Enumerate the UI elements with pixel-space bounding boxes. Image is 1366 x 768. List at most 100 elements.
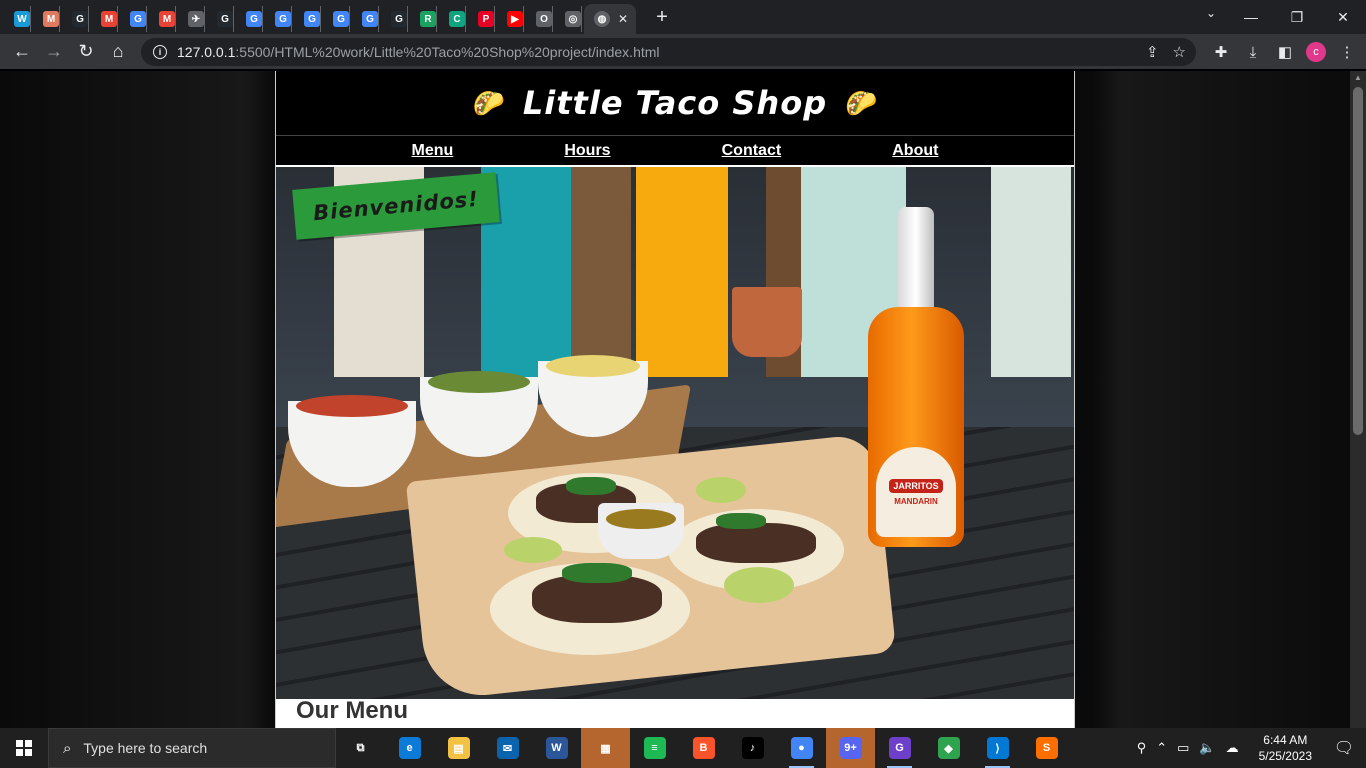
onedrive-cloud-icon[interactable]: ☁ [1226,740,1239,756]
browser-tab[interactable]: Ggit [236,6,263,32]
browser-tab[interactable]: ONe [526,6,553,32]
lime-wedge [504,537,562,563]
volume-icon[interactable]: 🔈 [1199,740,1215,756]
taskbar-app-spotify[interactable]: ≡ [630,728,679,768]
side-panel-icon[interactable]: ◧ [1274,36,1296,68]
taskbar-app-task-view[interactable]: ⧉ [336,728,385,768]
close-tab-icon[interactable]: ✕ [618,12,628,26]
taskbar-app-brave[interactable]: B [679,728,728,768]
close-window-icon[interactable]: ✕ [1320,9,1366,26]
welcome-banner-text: Bienvenidos! [312,186,480,226]
soda-bottle: JARRITOS MANDARIN [868,207,964,547]
spotify-icon: ≡ [643,737,666,759]
tab-favicon-icon: M [43,11,59,27]
browser-tab[interactable]: ▶Yo [497,6,524,32]
site-header: 🌮 Little Taco Shop 🌮 [276,71,1074,135]
bottle-label: JARRITOS MANDARIN [876,447,956,537]
taskbar-app-git-kraken[interactable]: ◆ [924,728,973,768]
browser-tab[interactable]: M [149,6,176,32]
site-info-icon[interactable]: i [153,45,167,59]
taskbar-app-discord[interactable]: 9+ [826,728,875,768]
taskbar-search-placeholder: Type here to search [83,740,208,756]
browser-tab[interactable]: WWe [4,6,31,32]
tab-favicon-icon: ◎ [565,11,581,27]
taskbar-app-vscode[interactable]: ⟩ [973,728,1022,768]
browser-tab[interactable]: RGT [410,6,437,32]
taskbar-app-mail[interactable]: ✉ [483,728,532,768]
tab-favicon-icon: M [101,11,117,27]
taco-shop-page: 🌮 Little Taco Shop 🌮 Menu Hours Contact … [275,71,1075,728]
clock-time: 6:44 AM [1263,733,1308,747]
people-icon[interactable]: ⚲ [1137,740,1147,756]
sublime-icon: S [1035,737,1058,759]
taskbar-search[interactable]: ⌕ Type here to search [48,728,336,768]
taskbar-clock[interactable]: 6:44 AM 5/25/2023 [1259,732,1312,764]
browser-tab[interactable]: GSe [352,6,379,32]
kebab-menu-icon[interactable]: ⋮ [1336,36,1358,68]
home-icon[interactable]: ⌂ [102,36,134,68]
browser-tab[interactable]: GCal [207,6,234,32]
scroll-up-icon[interactable]: ▲ [1354,73,1362,82]
start-button[interactable] [0,728,48,768]
taskbar-app-word[interactable]: W [532,728,581,768]
nav-link-contact[interactable]: Contact [722,142,782,160]
plank [636,167,728,377]
nav-link-about[interactable]: About [892,142,938,160]
minimize-icon[interactable]: — [1228,9,1274,25]
browser-tab[interactable]: MMc [33,6,60,32]
address-bar[interactable]: i 127.0.0.1:5500/HTML%20work/Little%20Ta… [141,38,1196,66]
restore-icon[interactable]: ❐ [1274,9,1320,26]
battery-icon[interactable]: ▭ [1177,740,1189,756]
notifications-icon[interactable]: 🗨 [1332,738,1356,758]
download-icon[interactable]: ⤓ [1242,36,1264,68]
tab-favicon-icon: P [478,11,494,27]
taskbar-app-store[interactable]: ▦ [581,728,630,768]
browser-tab[interactable]: ◎CS [555,6,582,32]
tab-favicon-icon: G [246,11,262,27]
tab-favicon-icon: C [449,11,465,27]
tab-search-icon[interactable]: ⌄ [1206,6,1216,20]
welcome-banner: Bienvenidos! [292,172,500,240]
browser-tab[interactable]: GPle [62,6,89,32]
windows-logo-icon [16,740,32,756]
profile-avatar[interactable]: c [1306,42,1326,62]
taskbar-app-github-desktop[interactable]: G [875,728,924,768]
forward-arrow-icon[interactable]: → [38,36,70,68]
browser-tab[interactable]: GOA [381,6,408,32]
tray-overflow-chevron-icon[interactable]: ⌃ [1156,740,1167,756]
lime-wedge [724,567,794,603]
browser-tab-active[interactable]: ◍ ✕ [584,4,636,34]
scrollbar-thumb[interactable] [1353,87,1363,435]
site-nav: Menu Hours Contact About [276,135,1074,165]
terracotta-pot [732,287,802,357]
browser-tab[interactable]: GSig [294,6,321,32]
taskbar-app-sublime[interactable]: S [1022,728,1071,768]
browser-tab[interactable]: ✈ [178,6,205,32]
browser-tab[interactable]: CPu [439,6,466,32]
taskbar-app-edge[interactable]: e [385,728,434,768]
cilantro [566,477,616,495]
tab-favicon-icon: G [333,11,349,27]
back-arrow-icon[interactable]: ← [6,36,38,68]
browser-tab[interactable]: GGc [265,6,292,32]
browser-tab[interactable]: GGc [323,6,350,32]
browser-tab[interactable]: P(12 [468,6,495,32]
extensions-puzzle-icon[interactable]: ✚ [1210,36,1232,68]
share-icon[interactable]: ⇪ [1146,43,1159,61]
page-scrollbar[interactable]: ▲ [1350,71,1366,728]
file-explorer-icon: ▤ [447,737,470,759]
reload-icon[interactable]: ↻ [70,36,102,68]
taskbar-app-tiktok[interactable]: ♪ [728,728,777,768]
new-tab-plus-icon[interactable]: + [648,6,676,29]
browser-tab[interactable]: MInt [91,6,118,32]
bookmark-star-icon[interactable]: ☆ [1173,43,1186,61]
nav-link-hours[interactable]: Hours [564,142,610,160]
tab-favicon-icon: ▶ [507,11,523,27]
taskbar-app-chrome[interactable]: ● [777,728,826,768]
system-tray: ⚲ ⌃ ▭ 🔈 ☁ 6:44 AM 5/25/2023 🗨 [1137,728,1366,768]
task-view-icon: ⧉ [356,741,365,754]
browser-tab[interactable]: GSe [120,6,147,32]
taskbar-app-file-explorer[interactable]: ▤ [434,728,483,768]
nav-link-menu[interactable]: Menu [412,142,454,160]
url-path: :5500/HTML%20work/Little%20Taco%20Shop%2… [235,44,660,60]
